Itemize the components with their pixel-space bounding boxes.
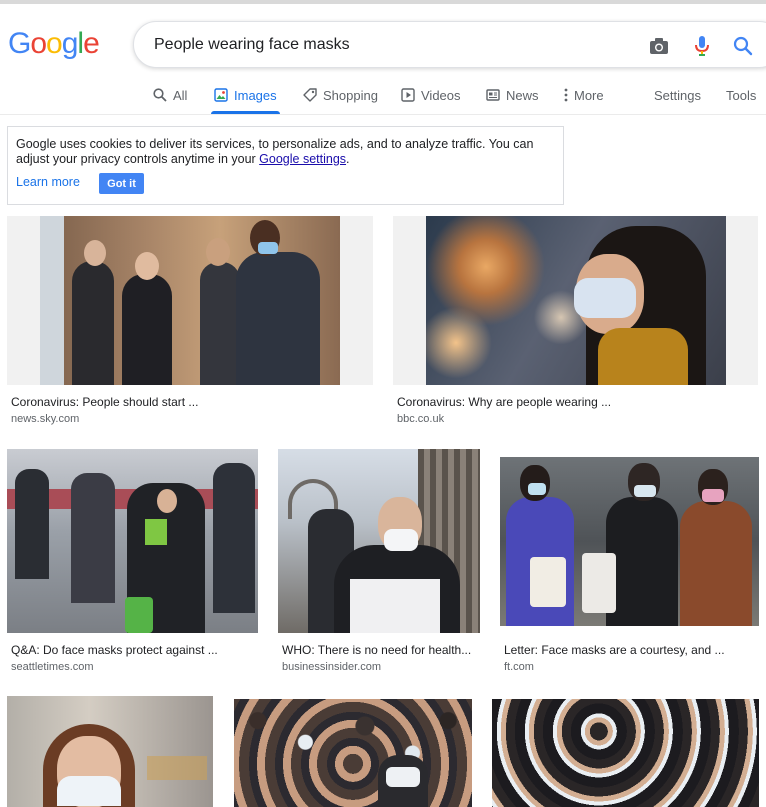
- logo-letter: e: [83, 27, 100, 60]
- tab-label: Shopping: [323, 87, 378, 103]
- cookie-notice: Google uses cookies to deliver its servi…: [7, 126, 564, 205]
- tab-label: All: [173, 87, 188, 103]
- image-result[interactable]: [7, 696, 213, 807]
- result-caption[interactable]: WHO: There is no need for health...: [282, 643, 471, 657]
- google-settings-link[interactable]: Google settings: [259, 152, 346, 166]
- image-result[interactable]: [492, 699, 759, 807]
- result-thumbnail: [7, 449, 258, 633]
- tab-label: News: [506, 87, 539, 103]
- logo-letter: g: [61, 27, 79, 60]
- logo-letter: o: [46, 27, 63, 60]
- tab-label: Settings: [654, 87, 701, 103]
- result-thumbnail: [278, 449, 480, 633]
- search-icon[interactable]: [732, 35, 754, 57]
- newspaper-icon: [486, 89, 500, 101]
- top-border: [0, 0, 766, 4]
- tab-images[interactable]: Images: [211, 76, 280, 114]
- image-icon: [214, 88, 228, 102]
- image-result[interactable]: [7, 449, 258, 633]
- tab-news[interactable]: News: [486, 76, 539, 114]
- got-it-button[interactable]: Got it: [99, 173, 144, 194]
- tab-more[interactable]: More: [564, 76, 604, 114]
- result-thumbnail: [500, 457, 759, 626]
- search-icon: [153, 88, 167, 102]
- result-source[interactable]: news.sky.com: [11, 413, 79, 425]
- result-source[interactable]: businessinsider.com: [282, 661, 381, 673]
- result-caption[interactable]: Q&A: Do face masks protect against ...: [11, 643, 218, 657]
- search-box: [133, 21, 766, 68]
- result-caption[interactable]: Coronavirus: People should start ...: [11, 395, 198, 409]
- tabs-divider: [0, 114, 766, 115]
- image-result[interactable]: [393, 216, 758, 385]
- result-caption[interactable]: Coronavirus: Why are people wearing ...: [397, 395, 611, 409]
- result-source[interactable]: seattletimes.com: [11, 661, 94, 673]
- tab-all[interactable]: All: [153, 76, 187, 114]
- search-input[interactable]: [154, 34, 624, 56]
- result-source[interactable]: bbc.co.uk: [397, 413, 444, 425]
- tab-label: Videos: [421, 87, 461, 103]
- image-result[interactable]: [500, 457, 759, 626]
- result-thumbnail: [426, 216, 726, 385]
- logo-letter: G: [8, 27, 31, 60]
- tag-icon: [303, 88, 317, 102]
- tab-label: Images: [234, 87, 277, 103]
- tab-shopping[interactable]: Shopping: [303, 76, 378, 114]
- camera-icon[interactable]: [648, 35, 670, 57]
- result-thumbnail: [492, 699, 759, 807]
- more-vert-icon: [564, 88, 568, 102]
- tools-link[interactable]: Tools: [726, 76, 756, 114]
- google-logo[interactable]: Google: [8, 27, 100, 61]
- search-tabs: All Images Shopping Videos News More Set…: [0, 76, 766, 114]
- result-thumbnail: [234, 699, 472, 807]
- tab-label: More: [574, 87, 604, 103]
- result-source[interactable]: ft.com: [504, 661, 534, 673]
- image-result[interactable]: [234, 699, 472, 807]
- microphone-icon[interactable]: [691, 35, 713, 57]
- image-result[interactable]: [7, 216, 373, 385]
- cookie-text: Google uses cookies to deliver its servi…: [16, 137, 561, 167]
- tab-label: Tools: [726, 87, 757, 103]
- settings-link[interactable]: Settings: [654, 76, 701, 114]
- cookie-text-end: .: [346, 152, 350, 166]
- tab-videos[interactable]: Videos: [401, 76, 461, 114]
- result-caption[interactable]: Letter: Face masks are a courtesy, and .…: [504, 643, 725, 657]
- result-thumbnail: [40, 216, 340, 385]
- play-icon: [401, 88, 415, 102]
- result-thumbnail: [7, 696, 213, 807]
- image-result[interactable]: [278, 449, 480, 633]
- logo-letter: o: [30, 27, 47, 60]
- learn-more-link[interactable]: Learn more: [16, 175, 80, 189]
